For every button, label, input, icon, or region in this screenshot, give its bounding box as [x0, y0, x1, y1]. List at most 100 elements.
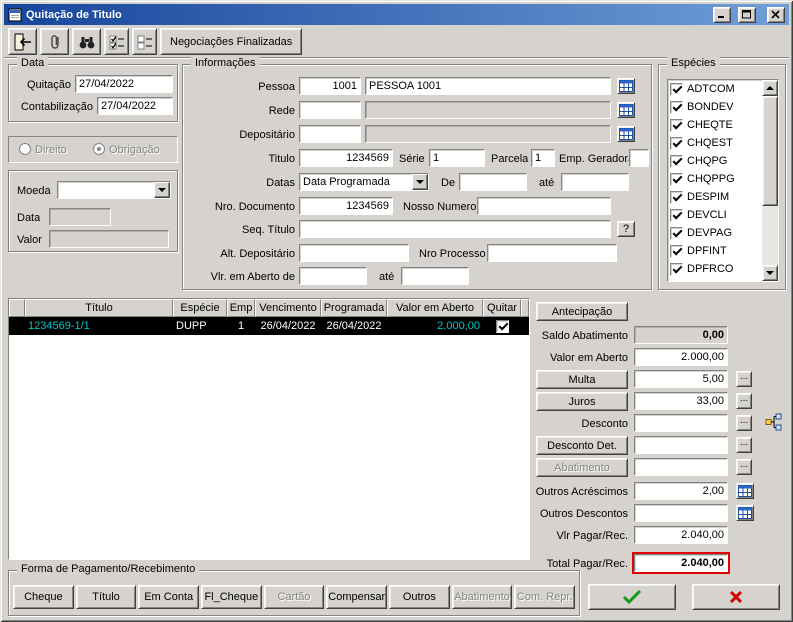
- nro-documento-field[interactable]: [299, 197, 393, 215]
- attachment-button[interactable]: [40, 28, 69, 55]
- scroll-down-button[interactable]: [762, 265, 778, 281]
- close-button[interactable]: [767, 6, 785, 23]
- tree-view-button[interactable]: [762, 410, 786, 434]
- direito-radio-label: Direito: [35, 144, 67, 156]
- grid-header-quitar[interactable]: Quitar: [483, 299, 521, 317]
- pessoa-lookup-button[interactable]: [617, 78, 635, 94]
- especies-scrollbar[interactable]: [762, 80, 778, 281]
- alt-depositario-field[interactable]: [299, 244, 409, 262]
- species-checkbox[interactable]: [670, 172, 683, 186]
- grid-header-especie[interactable]: Espécie: [173, 299, 227, 317]
- grid-row-selected[interactable]: 1234569-1/1 DUPP 1 26/04/2022 26/04/2022…: [9, 317, 529, 335]
- abatimento-field[interactable]: [634, 458, 728, 476]
- abatimento-more-button[interactable]: ...: [736, 459, 752, 475]
- cancel-button[interactable]: [692, 584, 780, 610]
- outros-acrescimos-field[interactable]: [634, 482, 728, 500]
- exit-button[interactable]: [8, 28, 37, 55]
- nosso-numero-field[interactable]: [477, 197, 611, 215]
- outros-descontos-field[interactable]: [634, 504, 728, 522]
- datas-combobox-arrow[interactable]: [412, 174, 428, 190]
- outros-button[interactable]: Outros: [389, 585, 450, 609]
- fl-cheque-button[interactable]: Fl_Cheque: [201, 585, 262, 609]
- datas-combobox[interactable]: Data Programada: [299, 173, 429, 191]
- desconto-det-more-button[interactable]: ...: [736, 437, 752, 453]
- vlr-em-aberto-de-field[interactable]: [299, 267, 367, 285]
- species-checkbox[interactable]: [670, 226, 683, 240]
- multa-field[interactable]: [634, 370, 728, 388]
- confirm-button[interactable]: [588, 584, 676, 610]
- em-conta-button[interactable]: Em Conta: [138, 585, 200, 609]
- species-checkbox[interactable]: [670, 100, 683, 114]
- species-checkbox[interactable]: [670, 154, 683, 168]
- species-checkbox[interactable]: [670, 208, 683, 222]
- desconto-det-button[interactable]: Desconto Det.: [536, 436, 628, 455]
- nosso-numero-label: Nosso Numero: [403, 201, 477, 213]
- antecipacao-button[interactable]: Antecipação: [536, 302, 628, 321]
- nro-processo-field[interactable]: [487, 244, 617, 262]
- moeda-combobox-arrow[interactable]: [154, 182, 170, 198]
- grid-header-valor-em-aberto[interactable]: Valor em Aberto: [387, 299, 483, 317]
- forma-pagamento-group-title: Forma de Pagamento/Recebimento: [17, 563, 200, 576]
- species-label: CHQPG: [687, 155, 728, 167]
- species-checkbox[interactable]: [670, 136, 683, 150]
- outros-acrescimos-lookup-button[interactable]: [736, 483, 754, 499]
- seq-titulo-help-button[interactable]: ?: [617, 221, 635, 237]
- pessoa-code-field[interactable]: [299, 77, 361, 95]
- depositario-lookup-button[interactable]: [617, 126, 635, 142]
- juros-more-button[interactable]: ...: [736, 393, 752, 409]
- species-checkbox[interactable]: [670, 118, 683, 132]
- species-label: DEVPAG: [687, 227, 733, 239]
- grid-header: Título Espécie Emp Vencimento Programada…: [9, 299, 529, 317]
- minimize-button[interactable]: [713, 6, 731, 23]
- desconto-field[interactable]: [634, 414, 728, 432]
- multa-more-button[interactable]: ...: [736, 371, 752, 387]
- desconto-more-button[interactable]: ...: [736, 415, 752, 431]
- seq-titulo-field[interactable]: [299, 220, 611, 238]
- quitacao-date-field[interactable]: [75, 75, 173, 93]
- negociacoes-finalizadas-button[interactable]: Negociações Finalizadas: [160, 28, 303, 55]
- compensar-button[interactable]: Compensar: [326, 585, 388, 609]
- pessoa-name-field[interactable]: [365, 77, 611, 95]
- scroll-thumb[interactable]: [762, 96, 778, 206]
- outros-descontos-lookup-button[interactable]: [736, 505, 754, 521]
- check-all-button[interactable]: [104, 28, 129, 55]
- grid-header-vencimento[interactable]: Vencimento: [255, 299, 321, 317]
- vlr-em-aberto-ate-field[interactable]: [401, 267, 469, 285]
- depositario-code-field[interactable]: [299, 125, 361, 143]
- data-de-field[interactable]: [459, 173, 527, 191]
- titulo-button[interactable]: Título: [75, 585, 137, 609]
- rede-lookup-button[interactable]: [617, 102, 635, 118]
- scroll-up-button[interactable]: [762, 80, 778, 96]
- contabilizacao-date-field[interactable]: [97, 97, 173, 115]
- species-checkbox[interactable]: [670, 82, 683, 96]
- grid-header-emp[interactable]: Emp: [227, 299, 255, 317]
- titles-grid: Título Espécie Emp Vencimento Programada…: [8, 298, 530, 560]
- uncheck-all-button[interactable]: [132, 28, 157, 55]
- cheque-button[interactable]: Cheque: [13, 585, 74, 609]
- exit-door-icon: [14, 33, 31, 50]
- data-ate-field[interactable]: [561, 173, 629, 191]
- species-checkbox[interactable]: [670, 190, 683, 204]
- serie-field[interactable]: [429, 149, 485, 167]
- quitar-checkbox[interactable]: [495, 319, 509, 333]
- multa-button[interactable]: Multa: [536, 370, 628, 389]
- species-checkbox[interactable]: [670, 262, 683, 276]
- grid-table-icon: [619, 104, 633, 116]
- parcela-field[interactable]: [531, 149, 555, 167]
- moeda-combobox[interactable]: [57, 181, 171, 199]
- titulo-field[interactable]: [299, 149, 393, 167]
- find-button[interactable]: [72, 28, 101, 55]
- serie-label: Série: [399, 153, 425, 165]
- grid-header-programada[interactable]: Programada: [321, 299, 387, 317]
- maximize-button[interactable]: [738, 6, 756, 23]
- rede-code-field[interactable]: [299, 101, 361, 119]
- grid-table-icon: [738, 485, 752, 497]
- grid-header-indicator[interactable]: [9, 299, 25, 317]
- juros-field[interactable]: [634, 392, 728, 410]
- emp-geradora-field[interactable]: [629, 149, 649, 167]
- desconto-det-field[interactable]: [634, 436, 728, 454]
- species-label: CHEQTE: [687, 119, 733, 131]
- juros-button[interactable]: Juros: [536, 392, 628, 411]
- grid-header-titulo[interactable]: Título: [25, 299, 173, 317]
- species-checkbox[interactable]: [670, 244, 683, 258]
